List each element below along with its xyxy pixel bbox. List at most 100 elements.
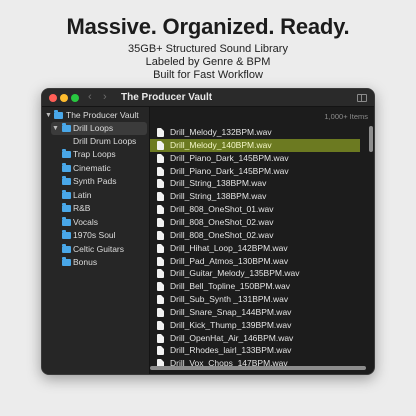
audio-file-icon bbox=[157, 140, 164, 150]
promo-line-workflow: Built for Fast Workflow bbox=[153, 69, 263, 81]
promo-line-size: 35GB+ Structured Sound Library bbox=[128, 43, 288, 55]
file-name: Drill_Hihat_Loop_142BPM.wav bbox=[170, 242, 288, 253]
file-name: Drill_Piano_Dark_145BPM.wav bbox=[170, 152, 289, 163]
file-name: Drill_Melody_140BPM.wav bbox=[170, 139, 272, 150]
file-row[interactable]: Drill_Melody_132BPM.wav bbox=[150, 126, 360, 139]
file-row[interactable]: Drill_808_OneShot_01.wav bbox=[150, 203, 360, 216]
file-row[interactable]: Drill_Pad_Atmos_130BPM.wav bbox=[150, 255, 360, 268]
promo-headline: Massive. Organized. Ready. bbox=[66, 14, 350, 39]
forward-icon[interactable]: › bbox=[103, 91, 107, 103]
sidebar-item-folder[interactable]: Cinematic bbox=[60, 162, 148, 175]
audio-file-icon bbox=[157, 230, 164, 240]
file-row[interactable]: Drill_Guitar_Melody_135BPM.wav bbox=[150, 267, 360, 280]
file-row[interactable]: Drill_Kick_Thump_139BPM.wav bbox=[150, 319, 360, 332]
sidebar-item-drill-loops[interactable]: ▼ Drill Loops bbox=[51, 122, 147, 135]
sidebar-item-drill-drum-loops[interactable]: Drill Drum Loops bbox=[73, 135, 149, 148]
sidebar-item-label: Celtic Guitars bbox=[73, 243, 125, 254]
audio-file-icon bbox=[157, 217, 164, 227]
sidebar-item-folder[interactable]: Latin bbox=[60, 189, 148, 202]
chevron-down-icon[interactable]: ▼ bbox=[45, 109, 53, 122]
audio-file-icon bbox=[157, 295, 164, 305]
file-row[interactable]: Drill_Melody_140BPM.wav bbox=[150, 138, 360, 152]
file-row[interactable]: Drill_Rhodes_lairl_133BPM.wav bbox=[150, 344, 360, 357]
file-name: Drill_Kick_Thump_139BPM.wav bbox=[170, 319, 292, 330]
sidebar-item-label: Cinematic bbox=[73, 162, 111, 173]
audio-file-icon bbox=[157, 256, 164, 266]
file-name: Drill_Snare_Snap_144BPM.wav bbox=[170, 306, 292, 317]
sidebar-item-folder[interactable]: Bonus bbox=[60, 256, 148, 269]
sidebar-item-root[interactable]: ▼ The Producer Vault bbox=[45, 109, 145, 122]
audio-file-icon bbox=[157, 307, 164, 317]
audio-file-icon bbox=[157, 346, 164, 356]
audio-file-icon bbox=[157, 333, 164, 343]
folder-icon bbox=[62, 243, 71, 253]
folder-icon bbox=[62, 216, 71, 226]
sidebar-item-folder[interactable]: Synth Pads bbox=[60, 175, 148, 188]
sidebar-item-label: Drill Loops bbox=[73, 123, 114, 133]
audio-file-icon bbox=[157, 179, 164, 189]
file-name: Drill_808_OneShot_02.wav bbox=[170, 229, 274, 240]
sidebar-item-label: Drill Drum Loops bbox=[73, 136, 137, 146]
file-row[interactable]: Drill_String_138BPM.wav bbox=[150, 177, 360, 190]
folder-icon bbox=[62, 123, 71, 132]
folder-icon bbox=[62, 203, 71, 212]
audio-file-icon bbox=[157, 320, 164, 330]
file-row[interactable]: Drill_Piano_Dark_145BPM.wav bbox=[150, 165, 360, 178]
minimize-window-button[interactable] bbox=[60, 94, 68, 102]
file-name: Drill_808_OneShot_02.wav bbox=[170, 216, 274, 227]
audio-file-icon bbox=[157, 153, 164, 163]
folder-icon bbox=[62, 149, 71, 158]
sidebar-item-label: R&B bbox=[73, 203, 91, 213]
file-row[interactable]: Drill_OpenHat_Air_146BPM.wav bbox=[150, 332, 360, 345]
file-name: Drill_Rhodes_lairl_133BPM.wav bbox=[170, 345, 292, 356]
vertical-scrollbar[interactable] bbox=[369, 126, 373, 152]
file-list-pane: 1,000+ Items Drill_Melody_132BPM.wav Dril… bbox=[150, 107, 374, 374]
sidebar-item-label: The Producer Vault bbox=[66, 110, 139, 120]
window-titlebar: ‹ › The Producer Vault bbox=[42, 89, 374, 107]
promo-line-labels: Labeled by Genre & BPM bbox=[145, 56, 271, 68]
file-name: Drill_Piano_Dark_145BPM.wav bbox=[170, 165, 289, 176]
sidebar-item-folder[interactable]: 1970s Soul bbox=[60, 229, 148, 242]
finder-window: ‹ › The Producer Vault ▼ The Producer Va… bbox=[41, 88, 375, 375]
file-row[interactable]: Drill_Hihat_Loop_142BPM.wav bbox=[150, 242, 360, 255]
sidebar-item-label: Trap Loops bbox=[73, 149, 116, 159]
folder-icon bbox=[62, 189, 71, 199]
file-row[interactable]: Drill_Bell_Topline_150BPM.wav bbox=[150, 280, 360, 293]
sidebar-item-label: Vocals bbox=[73, 216, 99, 227]
file-name: Drill_OpenHat_Air_146BPM.wav bbox=[170, 332, 294, 343]
sidebar-toggle-icon[interactable] bbox=[357, 94, 367, 102]
file-row[interactable]: Drill_Snare_Snap_144BPM.wav bbox=[150, 306, 360, 319]
file-row[interactable]: Drill_String_138BPM.wav bbox=[150, 190, 360, 203]
sidebar: ▼ The Producer Vault ▼ Drill Loops Drill… bbox=[42, 107, 150, 374]
audio-file-icon bbox=[157, 269, 164, 279]
sidebar-item-folder[interactable]: Celtic Guitars bbox=[60, 243, 148, 256]
chevron-down-icon[interactable]: ▼ bbox=[52, 122, 60, 135]
sidebar-item-label: 1970s Soul bbox=[73, 230, 116, 240]
folder-icon bbox=[62, 257, 71, 266]
file-name: Drill_Bell_Topline_150BPM.wav bbox=[170, 281, 291, 292]
sidebar-item-label: Synth Pads bbox=[73, 176, 117, 186]
file-row[interactable]: Drill_808_OneShot_02.wav bbox=[150, 229, 360, 242]
file-row[interactable]: Drill_Piano_Dark_145BPM.wav bbox=[150, 152, 360, 165]
file-name: Drill_Guitar_Melody_135BPM.wav bbox=[170, 268, 300, 279]
horizontal-scrollbar[interactable] bbox=[150, 366, 366, 370]
file-name: Drill_String_138BPM.wav bbox=[170, 178, 267, 189]
audio-file-icon bbox=[157, 128, 164, 137]
audio-file-icon bbox=[157, 282, 164, 292]
audio-file-icon bbox=[157, 243, 164, 253]
file-row[interactable]: Drill_Sub_Synth _131BPM.wav bbox=[150, 293, 360, 306]
sidebar-item-label: Bonus bbox=[73, 257, 98, 267]
file-row[interactable]: Drill_808_OneShot_02.wav bbox=[150, 216, 360, 229]
audio-file-icon bbox=[157, 192, 164, 202]
file-name: Drill_String_138BPM.wav bbox=[170, 191, 267, 202]
file-name: Drill_Pad_Atmos_130BPM.wav bbox=[170, 255, 289, 266]
file-name: Drill_808_OneShot_01.wav bbox=[170, 204, 274, 215]
close-window-button[interactable] bbox=[49, 94, 57, 102]
sidebar-item-folder[interactable]: Trap Loops bbox=[60, 148, 148, 161]
sidebar-item-folder[interactable]: R&B bbox=[60, 202, 148, 215]
sidebar-item-folder[interactable]: Vocals bbox=[60, 216, 148, 229]
window-title: The Producer Vault bbox=[121, 92, 213, 103]
zoom-window-button[interactable] bbox=[71, 94, 79, 102]
back-icon[interactable]: ‹ bbox=[88, 91, 92, 103]
file-name: Drill_Sub_Synth _131BPM.wav bbox=[170, 294, 289, 305]
